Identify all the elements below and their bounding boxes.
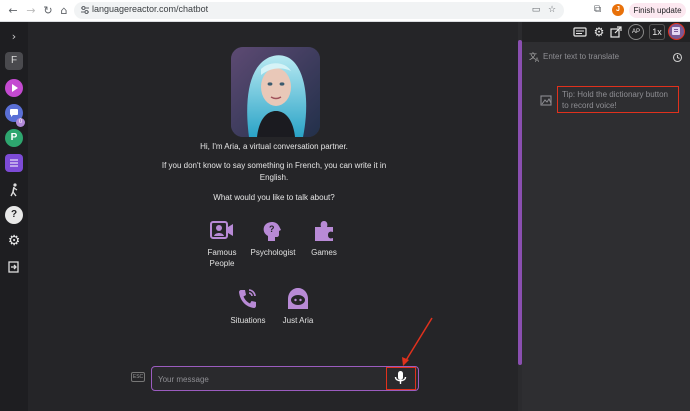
translate-input[interactable] <box>543 49 653 63</box>
history-icon[interactable] <box>672 50 683 63</box>
speed-button[interactable]: 1x <box>649 24 665 40</box>
gear-icon[interactable]: ⚙ <box>592 24 606 40</box>
autopause-button[interactable]: AP <box>628 24 644 40</box>
export-icon[interactable] <box>609 24 623 40</box>
translate-icon: 文A <box>529 50 541 64</box>
translate-panel <box>522 22 690 411</box>
image-icon <box>540 94 553 106</box>
dictionary-button[interactable] <box>668 23 685 40</box>
tip-text: Tip: Hold the dictionary button to recor… <box>557 86 679 113</box>
dictionary-icon <box>672 27 680 35</box>
svg-text:A: A <box>535 58 539 63</box>
subtitles-icon[interactable] <box>572 24 588 40</box>
